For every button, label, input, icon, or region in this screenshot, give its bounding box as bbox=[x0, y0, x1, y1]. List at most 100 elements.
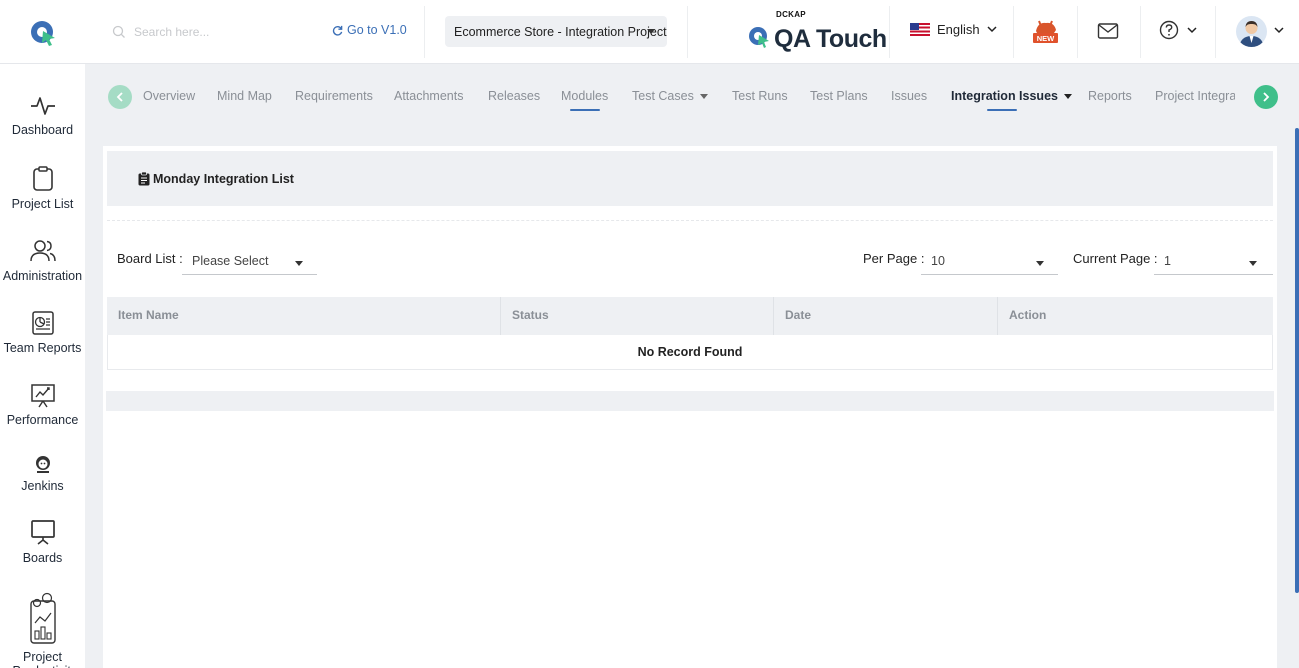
caret-down-icon bbox=[295, 261, 303, 266]
sidebar-item-administration[interactable]: Administration bbox=[0, 238, 85, 283]
page-scrollbar[interactable] bbox=[1295, 128, 1299, 593]
board-list-select[interactable]: Please Select bbox=[182, 249, 317, 275]
caret-down-icon bbox=[1063, 94, 1072, 100]
project-select[interactable]: Ecommerce Store - Integration Project bbox=[445, 16, 667, 47]
tabs-scroll-left-button[interactable] bbox=[108, 85, 132, 109]
caret-down-icon bbox=[699, 94, 708, 100]
sidebar-item-project-productivity[interactable]: Project Productivity bbox=[0, 591, 85, 668]
sidebar-item-label: Performance bbox=[6, 413, 79, 427]
project-tabs: Overview Mind Map Requirements Attachmen… bbox=[85, 64, 1299, 128]
tab-mind-map[interactable]: Mind Map bbox=[217, 89, 272, 103]
chevron-left-icon bbox=[116, 92, 123, 102]
clipboard-icon bbox=[32, 166, 53, 191]
qa-touch-brand-icon bbox=[749, 27, 769, 48]
project-select-value: Ecommerce Store - Integration Project bbox=[454, 24, 667, 39]
sidebar-item-label: Jenkins bbox=[21, 479, 64, 493]
brand-name: QA Touch bbox=[774, 25, 887, 53]
integration-panel: Monday Integration List Board List : Ple… bbox=[103, 146, 1277, 668]
chevron-down-icon[interactable] bbox=[1274, 27, 1284, 34]
column-header-date: Date bbox=[773, 297, 997, 335]
tab-releases[interactable]: Releases bbox=[488, 89, 540, 103]
empty-state-row: No Record Found bbox=[107, 335, 1273, 370]
avatar[interactable] bbox=[1236, 16, 1267, 47]
chevron-down-icon bbox=[647, 29, 655, 34]
us-flag-icon bbox=[910, 23, 930, 36]
productivity-icon bbox=[29, 592, 56, 644]
chevron-right-icon bbox=[1263, 92, 1270, 102]
goto-v1-link[interactable]: Go to V1.0 bbox=[332, 23, 407, 37]
help-menu[interactable] bbox=[1159, 20, 1197, 40]
current-page-select[interactable]: 1 bbox=[1154, 249, 1273, 275]
panel-footer-bar bbox=[106, 391, 1274, 411]
divider bbox=[1140, 6, 1141, 58]
divider bbox=[1013, 6, 1014, 58]
integration-table: Item Name Status Date Action No Record F… bbox=[107, 297, 1273, 370]
tab-underline bbox=[569, 109, 600, 111]
whats-new-button[interactable]: NEW bbox=[1032, 19, 1059, 45]
caret-down-icon bbox=[1249, 261, 1257, 266]
sidebar-item-boards[interactable]: Boards bbox=[0, 519, 85, 565]
chevron-down-icon bbox=[987, 26, 997, 33]
column-header-item-name: Item Name bbox=[118, 308, 179, 322]
jenkins-icon bbox=[35, 456, 50, 473]
divider bbox=[1077, 6, 1078, 58]
search-icon bbox=[112, 25, 125, 38]
per-page-select[interactable]: 10 bbox=[921, 249, 1058, 275]
sidebar-item-team-reports[interactable]: Team Reports bbox=[0, 310, 85, 355]
tab-modules[interactable]: Modules bbox=[561, 89, 608, 111]
clipboard-list-icon bbox=[138, 171, 150, 185]
tab-attachments[interactable]: Attachments bbox=[394, 89, 463, 103]
refresh-icon bbox=[332, 25, 343, 36]
tab-reports[interactable]: Reports bbox=[1088, 89, 1132, 103]
divider bbox=[687, 6, 688, 58]
caret-down-icon bbox=[1036, 261, 1044, 266]
sidebar-item-performance[interactable]: Performance bbox=[0, 382, 85, 427]
panel-title: Monday Integration List bbox=[153, 171, 294, 186]
search-input[interactable]: Search here... bbox=[134, 25, 209, 39]
tab-overview[interactable]: Overview bbox=[143, 89, 195, 103]
sidebar-item-label: Project List bbox=[11, 197, 74, 211]
mail-icon[interactable] bbox=[1097, 21, 1119, 41]
new-badge-text: NEW bbox=[1037, 34, 1055, 43]
panel-header: Monday Integration List bbox=[107, 151, 1273, 206]
tab-label: Integration Issues bbox=[951, 89, 1058, 103]
brand-small-text: DCKAP bbox=[776, 10, 806, 19]
language-select[interactable]: English bbox=[910, 22, 997, 37]
tabs-scroll-right-button[interactable] bbox=[1254, 85, 1278, 109]
tab-test-plans[interactable]: Test Plans bbox=[810, 89, 868, 103]
divider bbox=[889, 6, 890, 58]
column-header-action: Action bbox=[997, 297, 1273, 335]
divider bbox=[1215, 6, 1216, 58]
tab-requirements[interactable]: Requirements bbox=[295, 89, 373, 103]
tab-test-cases[interactable]: Test Cases bbox=[632, 89, 708, 103]
goto-v1-label: Go to V1.0 bbox=[347, 23, 407, 37]
sidebar-item-jenkins[interactable]: Jenkins bbox=[0, 454, 85, 493]
sidebar-item-dashboard[interactable]: Dashboard bbox=[0, 94, 85, 137]
tab-issues[interactable]: Issues bbox=[891, 89, 927, 103]
empty-state-message: No Record Found bbox=[637, 345, 743, 359]
sidebar-item-label: Dashboard bbox=[11, 123, 74, 137]
qa-touch-logo-icon[interactable] bbox=[28, 18, 58, 48]
top-bar: Search here... Go to V1.0 Ecommerce Stor… bbox=[0, 0, 1299, 64]
help-icon bbox=[1159, 20, 1179, 40]
per-page-value: 10 bbox=[931, 254, 945, 268]
tab-integration-issues[interactable]: Integration Issues bbox=[951, 89, 1072, 111]
team-report-icon bbox=[31, 311, 54, 335]
sidebar-item-label: Administration bbox=[2, 269, 83, 283]
new-badge-icon: NEW bbox=[1033, 20, 1058, 43]
current-page-value: 1 bbox=[1164, 254, 1171, 268]
users-icon bbox=[29, 240, 56, 262]
sidebar-item-label: Project Productivity bbox=[13, 650, 78, 668]
table-header: Item Name Status Date Action bbox=[107, 297, 1273, 335]
brand-logo: DCKAP QA Touch bbox=[748, 10, 887, 54]
tab-project-integrations[interactable]: Project Integra bbox=[1155, 89, 1235, 103]
divider bbox=[424, 6, 425, 58]
tab-underline bbox=[986, 109, 1017, 111]
activity-pulse-icon bbox=[30, 97, 55, 115]
search-bar[interactable]: Search here... bbox=[112, 20, 312, 44]
sidebar-item-label: Boards bbox=[22, 551, 63, 565]
sidebar-item-project-list[interactable]: Project List bbox=[0, 166, 85, 211]
user-avatar-icon bbox=[1239, 21, 1264, 47]
language-label: English bbox=[937, 22, 980, 37]
tab-test-runs[interactable]: Test Runs bbox=[732, 89, 788, 103]
